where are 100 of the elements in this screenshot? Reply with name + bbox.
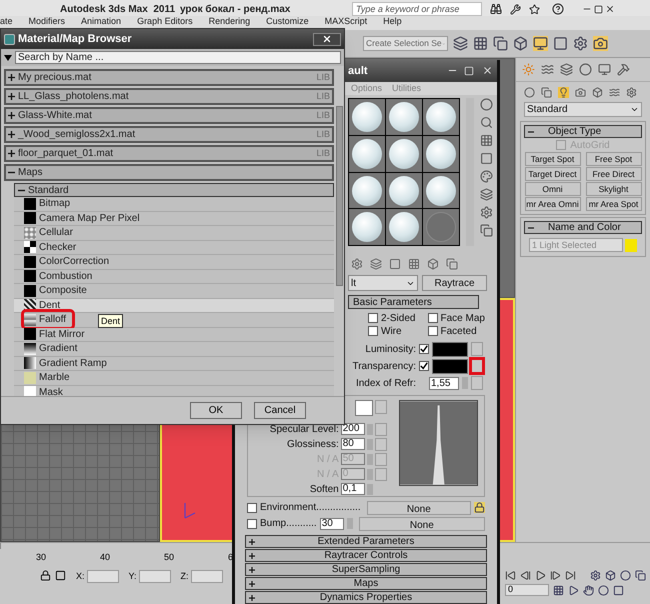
binoculars-icon[interactable] (490, 3, 502, 15)
toolbar-icon[interactable] (553, 36, 568, 51)
checkbox[interactable] (419, 344, 429, 354)
tool-icon[interactable] (480, 188, 493, 202)
dialog-button[interactable]: Cancel (254, 402, 306, 419)
object-type-button[interactable]: Skylight (586, 182, 642, 196)
tool-icon[interactable] (351, 258, 363, 270)
collapse-icon[interactable] (8, 169, 15, 176)
category-icon[interactable] (609, 86, 620, 98)
color-swatch[interactable] (432, 342, 468, 356)
viewport-tool-icon[interactable] (553, 584, 564, 596)
panel-tab-icon[interactable] (579, 63, 592, 76)
maps-group-header[interactable]: Maps (4, 164, 334, 181)
tool-icon[interactable] (480, 116, 493, 130)
panel-tab-icon[interactable] (598, 63, 611, 76)
tool-icon[interactable] (389, 258, 401, 270)
sample-slot[interactable] (349, 172, 385, 208)
playback-icon[interactable] (565, 570, 576, 581)
close-icon[interactable] (482, 65, 493, 76)
checkbox[interactable] (428, 313, 438, 323)
toolbar-icon[interactable] (473, 36, 488, 51)
tool-icon[interactable] (480, 152, 493, 166)
help-icon[interactable] (552, 3, 564, 15)
tool-icon[interactable] (480, 170, 493, 184)
expand-icon[interactable] (249, 566, 255, 572)
library-group-header[interactable]: floor_parquet_01.mat LIB (4, 145, 334, 162)
map-list-item[interactable]: Combustion (14, 270, 334, 284)
checkbox[interactable] (368, 326, 378, 336)
map-list-item[interactable]: Dent (14, 298, 334, 313)
tool-icon[interactable] (480, 98, 493, 112)
library-group-header[interactable]: _Wood_semigloss2x1.mat LIB (4, 126, 334, 143)
map-list-item[interactable]: Composite (14, 284, 334, 298)
expand-icon[interactable] (249, 552, 255, 558)
search-field[interactable]: Type a keyword or phrase (352, 2, 482, 16)
viewport-tool-icon[interactable] (613, 584, 624, 596)
expand-icon[interactable] (249, 538, 255, 544)
library-group-header[interactable]: LL_Glass_photolens.mat LIB (4, 88, 334, 105)
color-swatch[interactable] (432, 358, 468, 374)
tool-icon[interactable] (480, 206, 493, 220)
category-icon[interactable] (592, 86, 603, 98)
map-button[interactable]: None (358, 516, 485, 530)
expand-icon[interactable] (249, 594, 255, 600)
object-type-button[interactable]: mr Area Omni (524, 197, 580, 211)
object-type-button[interactable]: Free Spot (586, 152, 642, 166)
checkbox[interactable] (247, 518, 257, 528)
toolbar-icon[interactable] (573, 36, 588, 51)
map-list-item[interactable]: Cellular (14, 226, 334, 240)
menu-item[interactable]: Rendering (208, 17, 250, 26)
sample-slot[interactable] (386, 172, 422, 208)
panel-tab-icon[interactable] (560, 63, 573, 76)
expand-icon[interactable] (8, 112, 15, 119)
rollout-header[interactable]: Name and Color (524, 221, 642, 234)
checkbox[interactable] (419, 361, 429, 371)
tool-icon[interactable] (480, 224, 493, 238)
collapsed-rollout-header[interactable]: Dynamics Properties (245, 591, 487, 604)
expand-icon[interactable] (8, 150, 15, 157)
close-button[interactable] (313, 32, 341, 46)
value-spinner[interactable]: 0,1 (340, 483, 365, 495)
library-group-header[interactable]: My precious.mat LIB (4, 69, 334, 86)
panel-tab-icon[interactable] (541, 63, 554, 76)
map-list-item[interactable]: ColorCorrection (14, 255, 334, 270)
toolbar-icon[interactable] (513, 36, 528, 51)
viewport-tool-icon[interactable] (568, 584, 579, 596)
expand-icon[interactable] (249, 580, 255, 586)
map-list-item[interactable]: Gradient Ramp (14, 356, 334, 371)
wrench-icon[interactable] (510, 4, 521, 14)
checkbox[interactable] (368, 313, 378, 323)
map-list-item[interactable]: Camera Map Per Pixel (14, 212, 334, 226)
collapsed-rollout-header[interactable]: Raytracer Controls (245, 549, 487, 562)
toolbar-icon[interactable] (593, 36, 608, 51)
color-swatch[interactable] (625, 238, 637, 252)
menu-item[interactable]: Modifiers (28, 17, 66, 26)
object-type-button[interactable]: Target Spot (524, 152, 580, 166)
viewport-tool-icon[interactable] (583, 584, 594, 596)
toolbar-icon[interactable] (493, 36, 508, 51)
frame-field[interactable]: 0 (505, 584, 549, 596)
search-field[interactable]: Search by Name ... (15, 51, 341, 64)
collapse-icon[interactable] (528, 128, 534, 134)
value-spinner[interactable]: 30 (320, 518, 344, 530)
map-list-item[interactable]: Bitmap (14, 197, 334, 212)
map-slot-button[interactable] (471, 359, 483, 373)
coordinate-field[interactable] (190, 570, 223, 584)
library-group-header[interactable]: Glass-White.mat LIB (4, 107, 334, 124)
selection-set-dropdown[interactable]: Create Selection Se (363, 36, 448, 51)
navigation-icon[interactable] (620, 570, 631, 581)
checkbox[interactable] (247, 502, 257, 512)
ior-spinner[interactable]: 1,55 (429, 376, 459, 390)
material-type-button[interactable]: Raytrace (422, 275, 487, 292)
checkbox[interactable] (556, 140, 566, 150)
category-dropdown[interactable]: Standard (524, 102, 642, 117)
category-icon[interactable] (626, 86, 637, 98)
map-list-item[interactable]: Mask (14, 386, 334, 396)
playback-icon[interactable] (535, 570, 546, 581)
rollout-header[interactable]: Object Type (524, 125, 642, 138)
map-list-item[interactable]: Gradient (14, 342, 334, 356)
restore-icon[interactable] (594, 4, 603, 14)
menu-item[interactable]: Animation (81, 17, 122, 26)
lock-icon[interactable] (474, 502, 485, 513)
object-type-button[interactable]: Target Direct (524, 167, 580, 181)
tool-icon[interactable] (408, 258, 420, 270)
